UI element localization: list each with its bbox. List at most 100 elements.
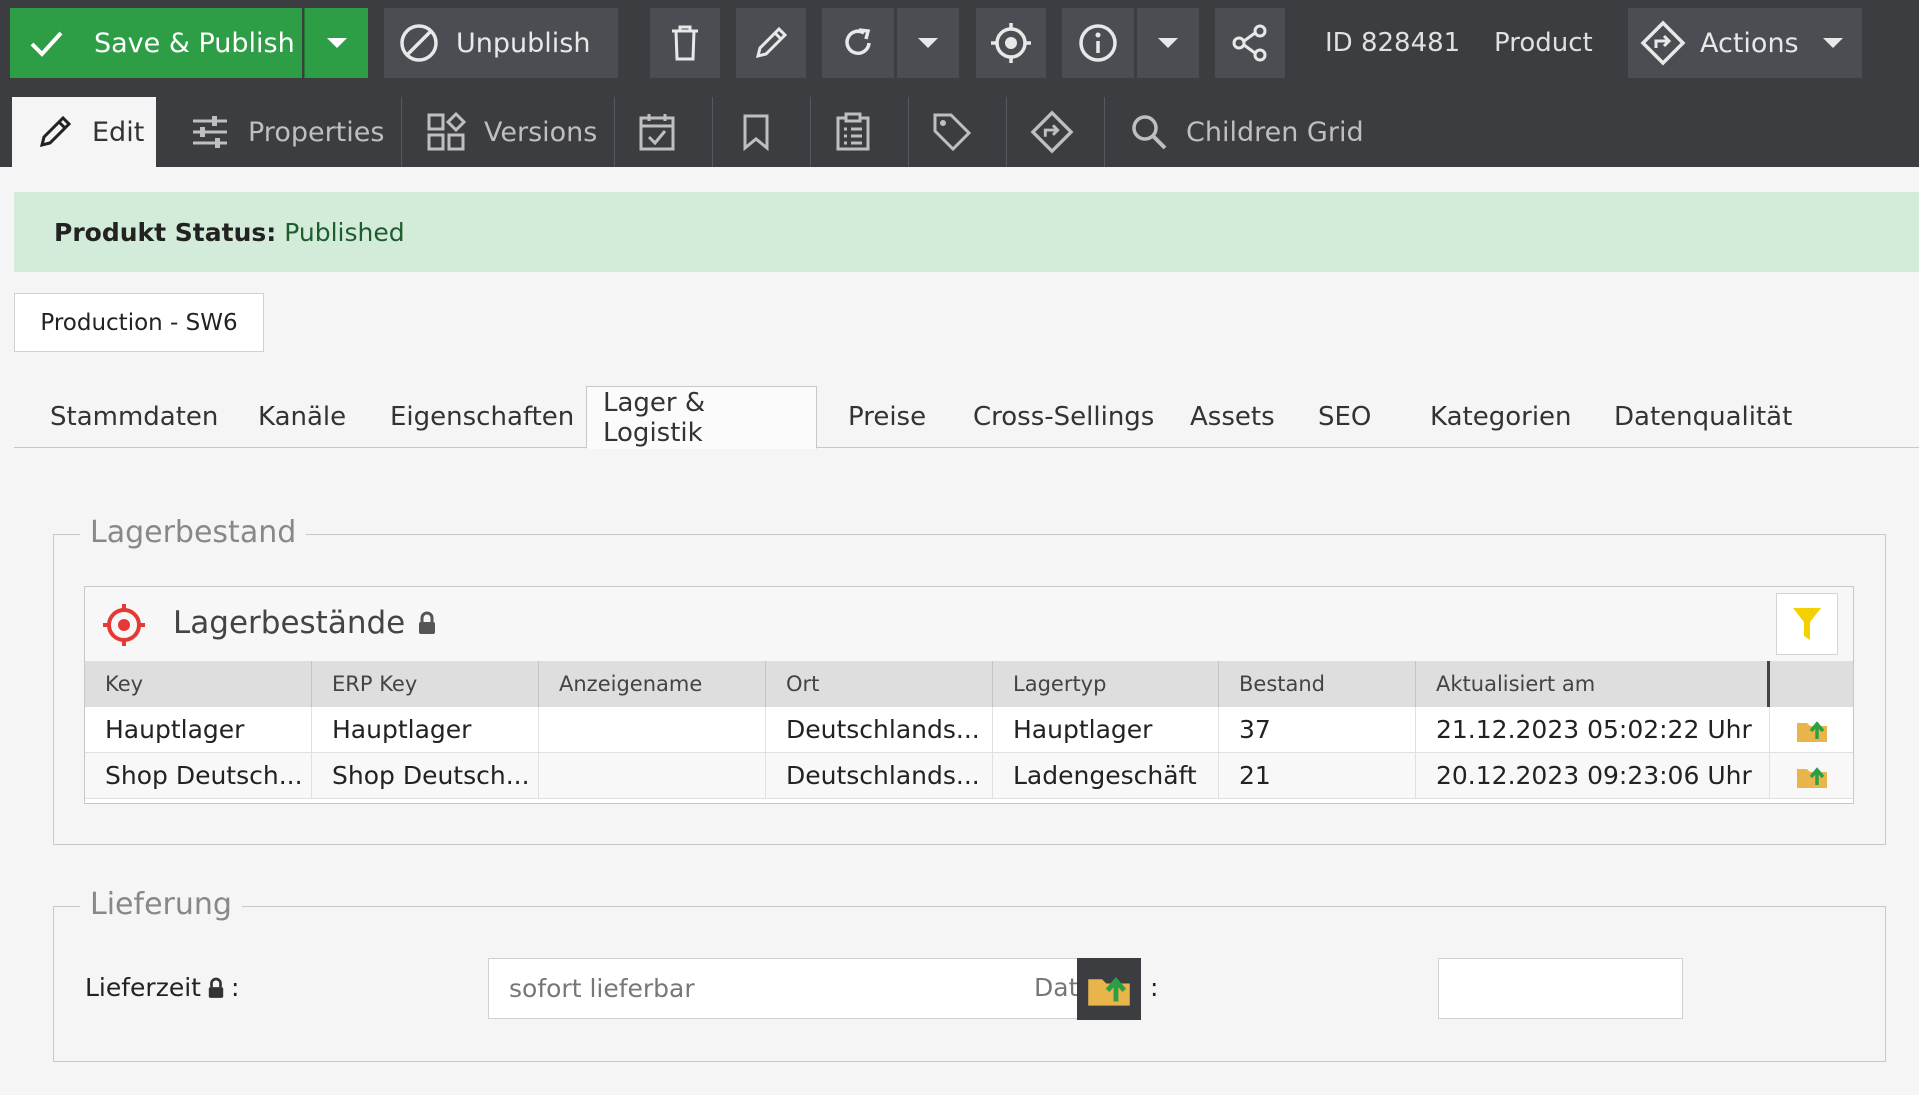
grid-title-text: Lagerbestände [173, 605, 406, 641]
search-icon [1132, 115, 1167, 150]
environment-button[interactable]: Production - SW6 [14, 293, 264, 352]
open-button[interactable] [1077, 958, 1141, 1020]
versions-icon [427, 112, 466, 151]
row-open-button[interactable] [1770, 707, 1853, 753]
cell-lagertyp: Ladengeschäft [993, 753, 1219, 799]
lock-icon [208, 977, 224, 998]
caret-down-icon [1822, 38, 1843, 48]
info-options-dropdown[interactable] [1137, 8, 1199, 78]
tab-stammdaten[interactable]: Stammdaten [34, 386, 234, 448]
cell-bestand: 37 [1219, 707, 1416, 753]
tab-preise[interactable]: Preise [832, 386, 942, 448]
cell-bestand: 21 [1219, 753, 1416, 799]
calendar-icon [639, 114, 675, 151]
folder-upload-icon [1796, 766, 1827, 788]
tab-edit-label: Edit [92, 116, 145, 148]
actions-button[interactable]: Actions [1628, 8, 1862, 78]
status-label: Produkt Status: [54, 217, 277, 247]
tab-kategorien[interactable]: Kategorien [1414, 386, 1588, 448]
tab-cross-sellings[interactable]: Cross-Sellings [957, 386, 1170, 448]
lock-icon [419, 611, 436, 634]
lieferzeit-field[interactable]: sofort lieferbar [488, 958, 1078, 1019]
column-header[interactable]: Key [85, 661, 312, 707]
save-options-dropdown[interactable] [304, 8, 368, 78]
unpublish-label: Unpublish [456, 27, 591, 59]
reload-options-dropdown[interactable] [897, 8, 959, 78]
tab-separator [810, 97, 811, 167]
filter-button[interactable] [1776, 593, 1838, 655]
column-header-actions [1770, 661, 1853, 707]
rename-button[interactable] [736, 8, 806, 78]
tag-icon [933, 113, 972, 152]
lieferzeit-label-text: Lieferzeit [85, 973, 201, 1002]
sliders-icon [193, 116, 227, 148]
delete-button[interactable] [650, 8, 720, 78]
object-type-label: Product [1494, 28, 1593, 58]
share-button[interactable] [1215, 8, 1285, 78]
cell-key: Shop Deutsch... [85, 753, 312, 799]
lagerbestaende-grid: Lagerbestände Key ERP Key Anzeigename Or… [84, 586, 1854, 804]
tab-schedule[interactable] [638, 97, 676, 167]
cell-key: Hauptlager [85, 707, 312, 753]
ban-icon [400, 24, 438, 62]
cell-anzeigename [539, 753, 766, 799]
column-header[interactable]: Bestand [1219, 661, 1416, 707]
cell-erp-key: Shop Deutsch... [312, 753, 539, 799]
tab-separator [1104, 97, 1105, 167]
tab-kanaele[interactable]: Kanäle [242, 386, 362, 448]
lieferzeit-colon: : [230, 973, 240, 1002]
column-header[interactable]: Ort [766, 661, 993, 707]
product-status-banner: Produkt Status: Published [14, 192, 1919, 272]
save-publish-label: Save & Publish [94, 27, 295, 59]
editor-tabbar: Edit Properties Versions Children Grid [0, 86, 1919, 167]
lagerbestand-legend: Lagerbestand [80, 515, 307, 550]
cell-aktualisiert: 21.12.2023 05:02:22 Uhr [1416, 707, 1770, 753]
trash-icon [672, 25, 698, 61]
tab-workflow[interactable] [1030, 97, 1074, 167]
object-id-label: ID 828481 [1325, 28, 1461, 58]
tab-edit[interactable]: Edit [12, 97, 156, 167]
directions-icon [1640, 20, 1686, 66]
cell-erp-key: Hauptlager [312, 707, 539, 753]
tab-notes[interactable] [835, 97, 871, 167]
bookmark-icon [743, 114, 769, 151]
info-icon [1079, 24, 1117, 62]
tab-separator [614, 97, 615, 167]
column-header[interactable]: Lagertyp [993, 661, 1219, 707]
folder-upload-icon [1796, 720, 1827, 742]
column-header[interactable]: Aktualisiert am [1416, 661, 1770, 707]
info-button[interactable] [1062, 8, 1134, 78]
clipboard-icon [836, 112, 870, 151]
column-header[interactable]: Anzeigename [539, 661, 766, 707]
save-publish-button[interactable]: Save & Publish [10, 8, 302, 78]
show-in-tree-button[interactable] [976, 8, 1046, 78]
date-label: Dat [1034, 973, 1079, 1002]
unpublish-button[interactable]: Unpublish [384, 8, 618, 78]
status-value: Published [284, 217, 405, 247]
lieferung-legend: Lieferung [80, 887, 242, 922]
tab-eigenschaften[interactable]: Eigenschaften [374, 386, 590, 448]
tab-children-grid[interactable]: Children Grid [1130, 97, 1364, 167]
tab-lager-logistik[interactable]: Lager & Logistik [586, 386, 817, 449]
tab-properties-label: Properties [248, 116, 385, 148]
folder-upload-icon [1088, 976, 1130, 1006]
tab-separator [401, 97, 402, 167]
check-icon [30, 31, 63, 57]
column-header[interactable]: ERP Key [312, 661, 539, 707]
tab-seo[interactable]: SEO [1302, 386, 1387, 448]
tab-properties[interactable]: Properties [190, 97, 384, 167]
tab-tags[interactable] [932, 97, 972, 167]
main-toolbar: Save & Publish Unpublish ID 828481 Produ… [0, 0, 1919, 86]
cell-lagertyp: Hauptlager [993, 707, 1219, 753]
tab-separator [1006, 97, 1007, 167]
tab-bookmark[interactable] [741, 97, 771, 167]
main-tabs: Stammdaten Kanäle Eigenschaften Lager & … [14, 386, 1919, 449]
caret-down-icon [1158, 38, 1178, 48]
date-field[interactable] [1438, 958, 1683, 1019]
tab-assets[interactable]: Assets [1174, 386, 1291, 448]
tab-versions[interactable]: Versions [426, 97, 597, 167]
reload-button[interactable] [822, 8, 894, 78]
tab-separator [712, 97, 713, 167]
tab-datenqualitaet[interactable]: Datenqualität [1598, 386, 1808, 448]
row-open-button[interactable] [1770, 753, 1853, 799]
